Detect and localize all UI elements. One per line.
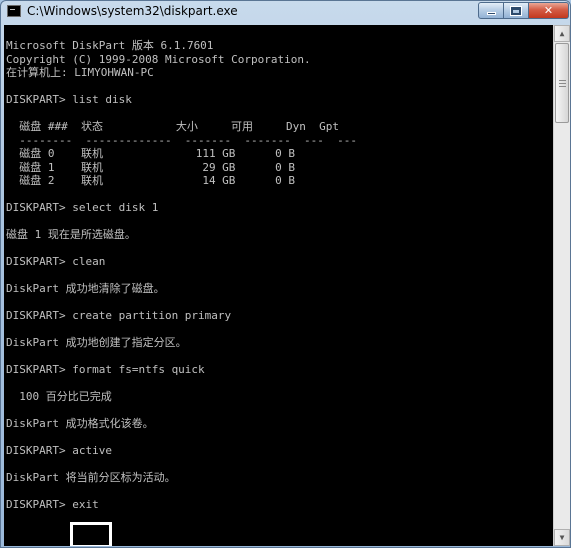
console-line: 在计算机上: LIMYOHWAN-PC [6,66,154,79]
minimize-button[interactable] [478,2,504,19]
console-line: DiskPart 成功地清除了磁盘。 [6,282,165,295]
scroll-up-button[interactable]: ▲ [554,25,570,42]
console-line: Copyright (C) 1999-2008 Microsoft Corpor… [6,52,311,66]
console-line: DISKPART> clean [6,255,106,268]
console-line: 磁盘 1 联机 29 GB 0 B [6,160,296,174]
console-window: C:\Windows\system32\diskpart.exe ✕ Micro… [0,0,571,548]
maximize-button[interactable] [504,2,529,19]
exit-command-highlight [70,522,112,546]
console-line: -------- ------------- ------- ------- -… [6,133,357,147]
console-line: DiskPart 成功地创建了指定分区。 [6,336,187,349]
console-line: DISKPART> format fs=ntfs quick [6,363,205,376]
window-title: C:\Windows\system32\diskpart.exe [27,4,238,18]
console-line: Microsoft DiskPart 版本 6.1.7601 [6,39,214,52]
maximize-icon [510,5,522,16]
scroll-thumb[interactable] [555,43,569,123]
console-output[interactable]: Microsoft DiskPart 版本 6.1.7601 Copyright … [4,25,553,546]
close-button[interactable]: ✕ [529,2,569,19]
console-lines: Microsoft DiskPart 版本 6.1.7601 Copyright … [6,39,357,512]
grip-line [559,80,566,81]
grip-line [559,83,566,84]
arrow-up-icon: ▲ [559,29,565,38]
vertical-scrollbar[interactable]: ▲ ▼ [553,25,570,546]
console-line: DISKPART> create partition primary [6,309,232,322]
console-app-icon [7,5,21,17]
console-line: DISKPART> active [6,444,112,457]
console-line: 磁盘 1 现在是所选磁盘。 [6,228,136,241]
console-line: 100 百分比已完成 [6,390,112,403]
minimize-icon [486,12,496,15]
console-line: DiskPart 成功格式化该卷。 [6,417,154,430]
arrow-down-icon: ▼ [559,533,565,542]
console-line: DiskPart 将当前分区标为活动。 [6,471,176,484]
console-line: 磁盘 2 联机 14 GB 0 B [6,174,296,187]
console-line: DISKPART> select disk 1 [6,201,159,214]
title-bar[interactable]: C:\Windows\system32\diskpart.exe ✕ [1,1,570,23]
console-line: 磁盘 0 联机 111 GB 0 B [6,147,296,160]
grip-line [559,86,566,87]
console-prompt-line[interactable]: DISKPART> exit [6,498,357,512]
console-line: DISKPART> list disk [6,93,132,106]
scroll-down-button[interactable]: ▼ [554,529,570,546]
console-line: 磁盘 ### 状态 大小 可用 Dyn Gpt [6,120,340,133]
close-icon: ✕ [543,4,554,17]
